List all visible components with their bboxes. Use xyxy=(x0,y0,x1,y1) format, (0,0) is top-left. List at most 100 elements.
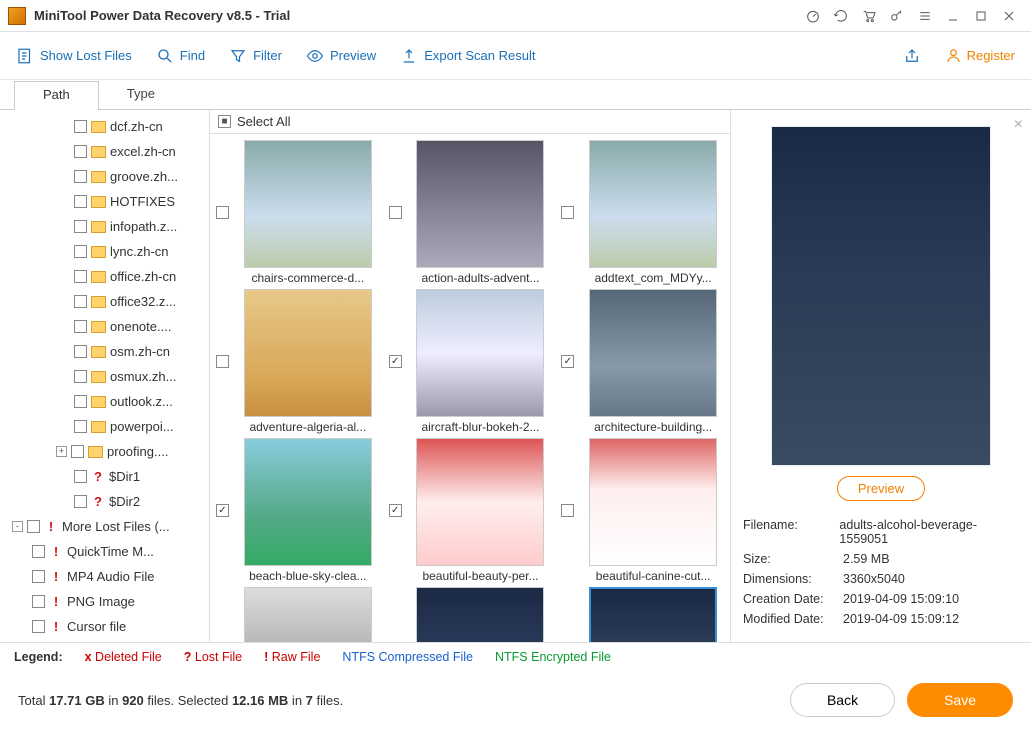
tree-item[interactable]: osmux.zh... xyxy=(4,364,209,389)
tree-checkbox[interactable] xyxy=(74,270,87,283)
refresh-icon[interactable] xyxy=(827,2,855,30)
tree-item[interactable]: ?$Dir1 xyxy=(4,464,209,489)
tree-item[interactable]: -!More Lost Files (... xyxy=(4,514,209,539)
thumbnail-checkbox[interactable] xyxy=(561,504,574,517)
tree-checkbox[interactable] xyxy=(74,195,87,208)
preview-close-icon[interactable]: × xyxy=(1014,116,1023,134)
tab-type[interactable]: Type xyxy=(99,81,183,110)
show-lost-files-button[interactable]: Show Lost Files xyxy=(16,47,132,65)
tree-checkbox[interactable] xyxy=(71,445,84,458)
tree-item[interactable]: outlook.z... xyxy=(4,389,209,414)
thumbnail-cell[interactable]: aircraft-blur-bokeh-2... xyxy=(385,289,556,434)
tree-checkbox[interactable] xyxy=(74,370,87,383)
thumbnail-checkbox[interactable] xyxy=(216,504,229,517)
expander-icon[interactable]: + xyxy=(56,446,67,457)
tree-item[interactable]: excel.zh-cn xyxy=(4,139,209,164)
thumbnail-cell[interactable]: beautiful-beauty-per... xyxy=(385,438,556,583)
preview-toggle-button[interactable]: Preview xyxy=(306,47,376,65)
tree-item[interactable]: dcf.zh-cn xyxy=(4,114,209,139)
thumbnail-image[interactable] xyxy=(589,289,717,417)
find-button[interactable]: Find xyxy=(156,47,205,65)
thumbnail-image[interactable] xyxy=(244,438,372,566)
thumbnail-checkbox[interactable] xyxy=(389,504,402,517)
tab-path[interactable]: Path xyxy=(14,81,99,110)
thumbnail-checkbox[interactable] xyxy=(561,206,574,219)
thumbnail-cell[interactable]: addtext_com_MDYy... xyxy=(557,140,728,285)
tree-item[interactable]: !Cursor file xyxy=(4,614,209,639)
thumbnail-cell[interactable]: blur-branches-cryst... xyxy=(212,587,383,642)
thumbnail-image[interactable] xyxy=(589,140,717,268)
select-all-checkbox[interactable]: ■ xyxy=(218,115,231,128)
save-button[interactable]: Save xyxy=(907,683,1013,717)
tree-checkbox[interactable] xyxy=(74,320,87,333)
thumbnail-cell[interactable]: 4k-wallpaper-astron... xyxy=(385,587,556,642)
tree-checkbox[interactable] xyxy=(74,170,87,183)
thumbnail-checkbox[interactable] xyxy=(216,355,229,368)
close-icon[interactable] xyxy=(995,2,1023,30)
tree-checkbox[interactable] xyxy=(32,570,45,583)
folder-tree[interactable]: dcf.zh-cnexcel.zh-cngroove.zh...HOTFIXES… xyxy=(0,110,210,642)
file-grid-scroll[interactable]: chairs-commerce-d...action-adults-advent… xyxy=(210,134,730,642)
share-button[interactable] xyxy=(903,47,921,65)
menu-icon[interactable] xyxy=(911,2,939,30)
thumbnail-cell[interactable]: adventure-algeria-al... xyxy=(212,289,383,434)
thumbnail-cell[interactable]: adults-alcohol-bever... xyxy=(557,587,728,642)
tree-checkbox[interactable] xyxy=(74,145,87,158)
thumbnail-cell[interactable]: architecture-building... xyxy=(557,289,728,434)
back-button[interactable]: Back xyxy=(790,683,895,717)
thumbnail-cell[interactable]: action-adults-advent... xyxy=(385,140,556,285)
tree-checkbox[interactable] xyxy=(74,470,87,483)
tree-checkbox[interactable] xyxy=(74,220,87,233)
tree-item[interactable]: !MP4 Audio File xyxy=(4,564,209,589)
thumbnail-checkbox[interactable] xyxy=(389,206,402,219)
cart-icon[interactable] xyxy=(855,2,883,30)
tree-checkbox[interactable] xyxy=(74,420,87,433)
tree-item[interactable]: osm.zh-cn xyxy=(4,339,209,364)
thumbnail-image[interactable] xyxy=(416,438,544,566)
maximize-icon[interactable] xyxy=(967,2,995,30)
tree-item[interactable]: !PNG Image xyxy=(4,589,209,614)
expander-icon[interactable]: - xyxy=(12,521,23,532)
thumbnail-image[interactable] xyxy=(416,289,544,417)
tree-item[interactable]: lync.zh-cn xyxy=(4,239,209,264)
tree-item[interactable]: ?$Dir2 xyxy=(4,489,209,514)
thumbnail-image[interactable] xyxy=(589,587,717,642)
thumbnail-image[interactable] xyxy=(416,140,544,268)
tree-item[interactable]: +proofing.... xyxy=(4,439,209,464)
export-scan-button[interactable]: Export Scan Result xyxy=(400,47,535,65)
tree-item[interactable]: HOTFIXES xyxy=(4,189,209,214)
tree-checkbox[interactable] xyxy=(74,345,87,358)
tree-item[interactable]: infopath.z... xyxy=(4,214,209,239)
thumbnail-image[interactable] xyxy=(244,140,372,268)
tree-item[interactable]: office32.z... xyxy=(4,289,209,314)
tree-item[interactable]: groove.zh... xyxy=(4,164,209,189)
tree-checkbox[interactable] xyxy=(32,545,45,558)
thumbnail-image[interactable] xyxy=(416,587,544,642)
tree-item[interactable]: office.zh-cn xyxy=(4,264,209,289)
select-all-row[interactable]: ■ Select All xyxy=(210,110,730,134)
tree-item[interactable]: !QuickTime M... xyxy=(4,539,209,564)
thumbnail-image[interactable] xyxy=(244,587,372,642)
thumbnail-image[interactable] xyxy=(244,289,372,417)
thumbnail-cell[interactable]: beautiful-canine-cut... xyxy=(557,438,728,583)
filter-button[interactable]: Filter xyxy=(229,47,282,65)
register-button[interactable]: Register xyxy=(945,47,1015,64)
thumbnail-cell[interactable]: chairs-commerce-d... xyxy=(212,140,383,285)
tree-item[interactable]: powerpoi... xyxy=(4,414,209,439)
minimize-icon[interactable] xyxy=(939,2,967,30)
tree-checkbox[interactable] xyxy=(74,295,87,308)
key-icon[interactable] xyxy=(883,2,911,30)
preview-button[interactable]: Preview xyxy=(837,476,925,501)
thumbnail-cell[interactable]: beach-blue-sky-clea... xyxy=(212,438,383,583)
tree-checkbox[interactable] xyxy=(32,620,45,633)
tree-checkbox[interactable] xyxy=(32,595,45,608)
tree-checkbox[interactable] xyxy=(74,395,87,408)
speed-icon[interactable] xyxy=(799,2,827,30)
thumbnail-image[interactable] xyxy=(589,438,717,566)
tree-checkbox[interactable] xyxy=(74,495,87,508)
tree-checkbox[interactable] xyxy=(27,520,40,533)
tree-checkbox[interactable] xyxy=(74,245,87,258)
tree-checkbox[interactable] xyxy=(74,120,87,133)
tree-item[interactable]: onenote.... xyxy=(4,314,209,339)
thumbnail-checkbox[interactable] xyxy=(561,355,574,368)
